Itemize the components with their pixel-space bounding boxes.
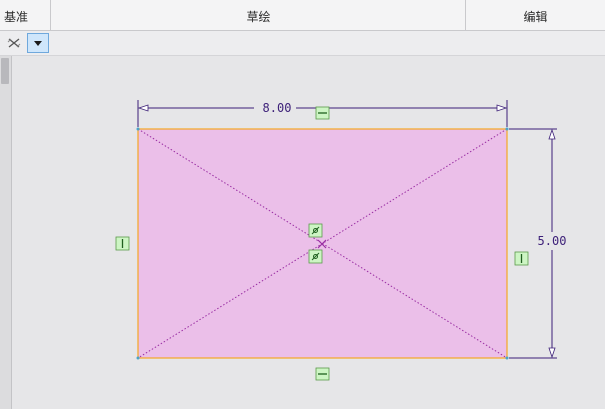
sketch-canvas[interactable]: 8.00 5.00 — [12, 56, 605, 409]
vertex-bottom-left[interactable] — [136, 356, 140, 360]
vertex-top-right[interactable] — [505, 127, 509, 131]
constraint-horizontal-bottom[interactable] — [315, 367, 330, 381]
constraint-midpoint-2[interactable] — [308, 249, 323, 264]
width-dimension-value[interactable]: 8.00 — [263, 101, 292, 115]
constraint-vertical-left[interactable] — [115, 236, 130, 251]
vertex-bottom-right[interactable] — [505, 356, 509, 360]
height-dimension-value[interactable]: 5.00 — [538, 234, 567, 248]
constraint-midpoint-1[interactable] — [308, 223, 323, 238]
height-dimension[interactable]: 5.00 — [509, 128, 567, 359]
sketch-svg: 8.00 5.00 — [115, 100, 567, 381]
constraint-horizontal-top[interactable] — [315, 106, 330, 120]
constraint-vertical-right[interactable] — [514, 251, 529, 266]
vertex-top-left[interactable] — [136, 127, 140, 131]
